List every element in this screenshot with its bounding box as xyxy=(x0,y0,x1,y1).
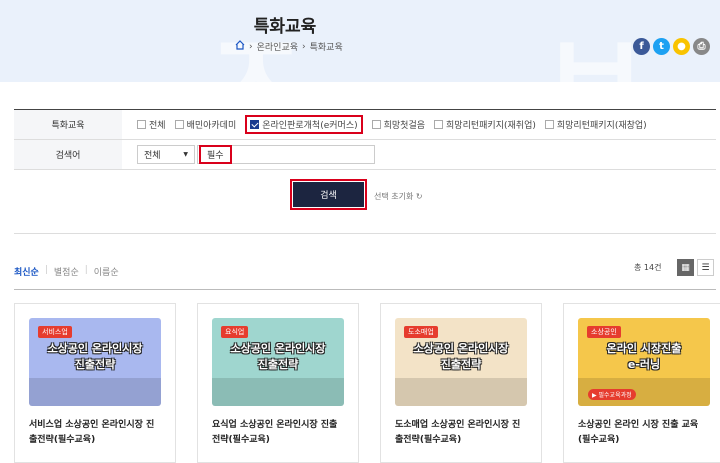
course-card[interactable]: 요식업소상공인 온라인시장진출전략요식업 소상공인 온라인시장 진출전략(필수교… xyxy=(197,303,359,463)
kakao-icon[interactable]: ● xyxy=(673,38,690,55)
checkbox[interactable] xyxy=(137,120,146,129)
thumbnail-subheadline: 진출전략 xyxy=(74,358,116,371)
sort-separator: | xyxy=(44,265,48,275)
category-option-label: 온라인판로개척(e커머스) xyxy=(262,121,358,131)
course-card[interactable]: 도소매업소상공인 온라인시장진출전략도소매업 소상공인 온라인시장 진출전략(필… xyxy=(380,303,542,463)
search-input-value: 필수 xyxy=(199,145,232,164)
course-thumbnail[interactable]: 요식업소상공인 온라인시장진출전략 xyxy=(212,318,344,406)
checkbox[interactable] xyxy=(434,120,444,129)
view-toggle: ▦ ☰ xyxy=(677,259,714,276)
category-option[interactable]: 희망리턴패키지(재취업) xyxy=(434,118,536,131)
course-title[interactable]: 소상공인 온라인 시장 진출 교육(필수교육) xyxy=(578,418,710,448)
thumbnail-illustration xyxy=(29,378,161,406)
category-row: 특화교육 전체 배민아카데미 온라인판로개척(e커머스) 희망첫걸음 희망리턴패키지(재… xyxy=(14,110,716,140)
search-scope-select[interactable]: 전체 ▼ xyxy=(137,145,195,164)
sort-rating[interactable]: 별점순 xyxy=(54,265,79,278)
share-buttons: f t ● ⎙ xyxy=(633,38,710,55)
sort-options: 최신순 | 별점순 | 이름순 xyxy=(14,265,119,278)
thumbnail-tag: 서비스업 xyxy=(38,326,72,338)
breadcrumb-item[interactable]: 특화교육 xyxy=(310,40,343,53)
course-card[interactable]: 서비스업소상공인 온라인시장진출전략서비스업 소상공인 온라인시장 진출전략(필… xyxy=(14,303,176,463)
category-option-label: 희망리턴패키지(재취업) xyxy=(446,121,536,131)
thumbnail-headline: 온라인 시장진출 xyxy=(606,342,682,355)
search-button-highlight: 검색 xyxy=(290,179,367,210)
thumbnail-tag: 소상공인 xyxy=(587,326,621,338)
sort-separator: | xyxy=(84,265,88,275)
sort-name[interactable]: 이름순 xyxy=(94,265,119,278)
chevron-right-icon: › xyxy=(302,41,306,52)
course-title[interactable]: 요식업 소상공인 온라인시장 진출전략(필수교육) xyxy=(212,418,344,448)
thumbnail-subheadline: 진출전략 xyxy=(257,358,299,371)
print-icon[interactable]: ⎙ xyxy=(693,38,710,55)
course-title[interactable]: 도소매업 소상공인 온라인시장 진출전략(필수교육) xyxy=(395,418,527,448)
chevron-right-icon: › xyxy=(249,41,253,52)
twitter-icon[interactable]: t xyxy=(653,38,670,55)
course-thumbnail[interactable]: 서비스업소상공인 온라인시장진출전략 xyxy=(29,318,161,406)
list-view-icon[interactable]: ☰ xyxy=(697,259,714,276)
breadcrumb-item[interactable]: 온라인교육 xyxy=(257,40,298,53)
category-option[interactable]: 온라인판로개척(e커머스) xyxy=(245,115,363,134)
category-option[interactable]: 희망첫걸음 xyxy=(371,118,426,131)
category-option[interactable]: 희망리턴패키지(재창업) xyxy=(544,118,647,131)
filter-form: 특화교육 전체 배민아카데미 온라인판로개척(e커머스) 희망첫걸음 희망리턴패키지(재… xyxy=(14,109,716,170)
course-card[interactable]: 소상공인온라인 시장진출 e-러닝 ▶ 필수교육과정소상공인 온라인 시장 진출 교… xyxy=(563,303,720,463)
search-scope-value: 전체 xyxy=(144,151,161,161)
course-list: 서비스업소상공인 온라인시장진출전략서비스업 소상공인 온라인시장 진출전략(필… xyxy=(14,303,720,463)
thumbnail-illustration xyxy=(395,378,527,406)
refresh-icon: ↻ xyxy=(415,192,423,201)
facebook-icon[interactable]: f xyxy=(633,38,650,55)
thumbnail-headline: 소상공인 온라인시장 xyxy=(47,342,143,355)
category-option-label: 희망리턴패키지(재창업) xyxy=(556,121,647,131)
thumbnail-tag: 도소매업 xyxy=(404,326,438,338)
category-option[interactable]: 배민아카데미 xyxy=(174,118,237,131)
category-label: 특화교육 xyxy=(14,110,122,139)
course-title[interactable]: 서비스업 소상공인 온라인시장 진출전략(필수교육) xyxy=(29,418,161,448)
thumbnail-headline: 소상공인 온라인시장 xyxy=(230,342,326,355)
thumbnail-illustration xyxy=(212,378,344,406)
search-input[interactable]: 필수 xyxy=(197,145,375,164)
search-button[interactable]: 검색 xyxy=(293,182,364,207)
reset-button[interactable]: 선택 초기화 ↻ xyxy=(374,191,423,202)
breadcrumb: › 온라인교육 › 특화교육 xyxy=(235,40,343,53)
thumbnail-tag: 요식업 xyxy=(221,326,249,338)
thumbnail-subheadline: e-러닝 xyxy=(627,358,661,371)
grid-view-icon[interactable]: ▦ xyxy=(677,259,694,276)
checkbox[interactable] xyxy=(371,120,381,129)
checkbox[interactable] xyxy=(250,120,260,129)
category-option-label: 배민아카데미 xyxy=(186,121,237,131)
thumbnail-headline: 소상공인 온라인시장 xyxy=(413,342,509,355)
category-options: 전체 배민아카데미 온라인판로개척(e커머스) 희망첫걸음 희망리턴패키지(재취업) 희망… xyxy=(122,115,647,134)
course-thumbnail[interactable]: 도소매업소상공인 온라인시장진출전략 xyxy=(395,318,527,406)
search-label: 검색어 xyxy=(14,140,122,169)
chevron-down-icon: ▼ xyxy=(183,151,188,158)
page-header: ㅈ ㅂ 특화교육 › 온라인교육 › 특화교육 f t ● ⎙ xyxy=(0,0,720,82)
list-divider xyxy=(14,289,716,290)
thumbnail-badge: ▶ 필수교육과정 xyxy=(588,389,636,400)
page-title: 특화교육 xyxy=(253,17,317,37)
checkbox[interactable] xyxy=(544,120,554,129)
home-icon[interactable] xyxy=(235,40,245,53)
category-option-label: 전체 xyxy=(149,121,166,131)
course-thumbnail[interactable]: 소상공인온라인 시장진출 e-러닝 ▶ 필수교육과정 xyxy=(578,318,710,406)
divider xyxy=(14,233,716,234)
reset-label: 선택 초기화 xyxy=(374,192,414,201)
category-option-label: 희망첫걸음 xyxy=(383,121,426,131)
checkbox[interactable] xyxy=(174,120,184,129)
total-count: 총 14건 xyxy=(634,263,662,272)
search-row: 검색어 전체 ▼ 필수 xyxy=(14,140,716,170)
category-option[interactable]: 전체 xyxy=(137,118,166,131)
thumbnail-subheadline: 진출전략 xyxy=(440,358,482,371)
sort-latest[interactable]: 최신순 xyxy=(14,265,39,278)
